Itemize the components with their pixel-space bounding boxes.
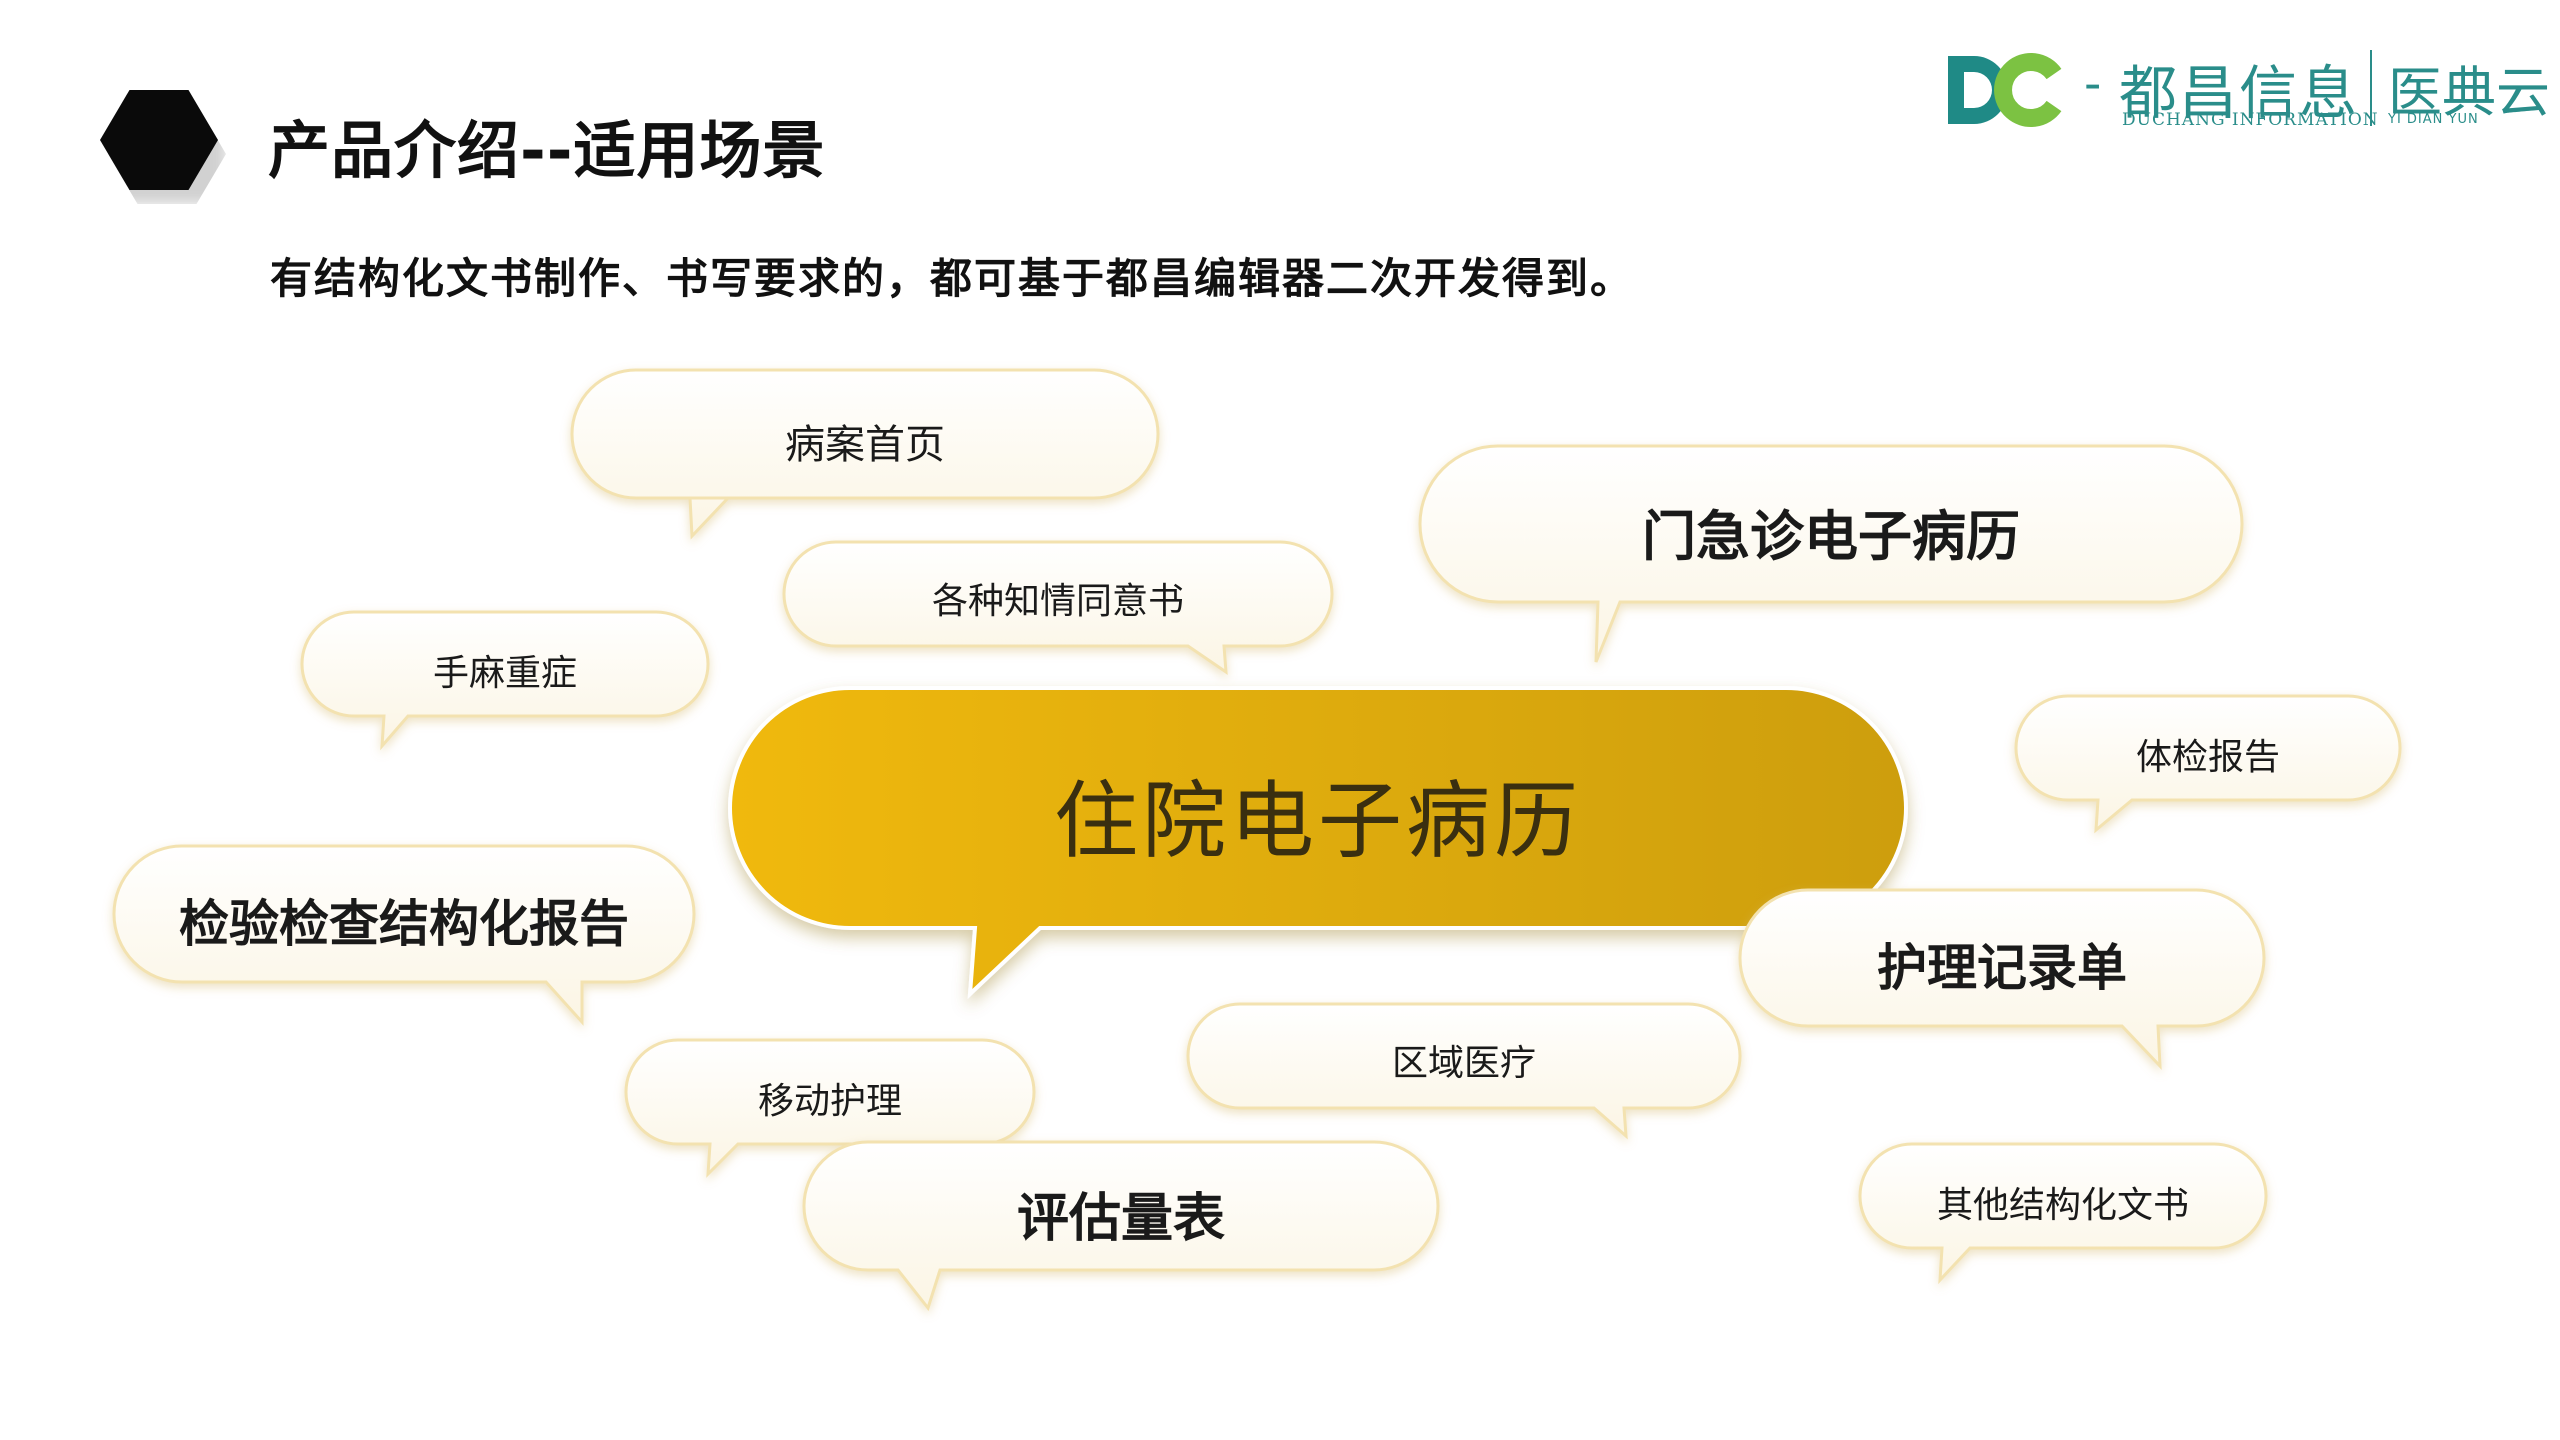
scenario-bubble: 护理记录单 xyxy=(1738,888,2266,1070)
scenario-bubble: 其他结构化文书 xyxy=(1858,1142,2268,1285)
dc-logo-icon xyxy=(1948,53,2062,127)
scenario-label: 护理记录单 xyxy=(1877,938,2127,997)
scenario-bubble: 各种知情同意书 xyxy=(782,540,1334,676)
scenario-bubble: 评估量表 xyxy=(802,1140,1440,1312)
scenario-label: 体检报告 xyxy=(2135,737,2280,778)
company-logo: - 都昌信息 DUCHANG INFORMATION 医典云 YI DIAN Y… xyxy=(1944,46,2550,136)
logo-dash: - xyxy=(2084,56,2102,112)
scenario-label: 检验检查结构化报告 xyxy=(179,894,629,953)
scenario-bubble: 检验检查结构化报告 xyxy=(112,844,696,1026)
scenario-label: 各种知情同意书 xyxy=(931,581,1184,622)
scenario-label: 病案首页 xyxy=(785,422,945,468)
scenario-bubble: 病案首页 xyxy=(570,368,1160,540)
scenario-bubble: 区域医疗 xyxy=(1186,1002,1742,1140)
scenario-label: 手麻重症 xyxy=(432,653,577,694)
scenario-bubble: 手麻重症 xyxy=(300,610,710,751)
scenario-bubble: 体检报告 xyxy=(2014,694,2402,834)
logo-divider xyxy=(2370,50,2372,126)
scenario-label: 区域医疗 xyxy=(1391,1043,1536,1084)
scenario-label: 其他结构化文书 xyxy=(1936,1185,2189,1226)
scenario-label: 门急诊电子病历 xyxy=(1642,504,2020,568)
scenario-label: 移动护理 xyxy=(757,1081,902,1122)
main-bubble: 住院电子病历 xyxy=(728,686,1908,1006)
page-title: 产品介绍--适用场景 xyxy=(268,114,826,187)
main-bubble-label: 住院电子病历 xyxy=(1053,772,1582,870)
logo-company-english: DUCHANG INFORMATION xyxy=(2122,110,2379,130)
scenario-bubble: 门急诊电子病历 xyxy=(1418,444,2244,663)
page-subtitle: 有结构化文书制作、书写要求的，都可基于都昌编辑器二次开发得到。 xyxy=(270,254,1635,303)
logo-product-english: YI DIAN YUN xyxy=(2388,112,2479,127)
scenario-label: 评估量表 xyxy=(1016,1188,1225,1249)
